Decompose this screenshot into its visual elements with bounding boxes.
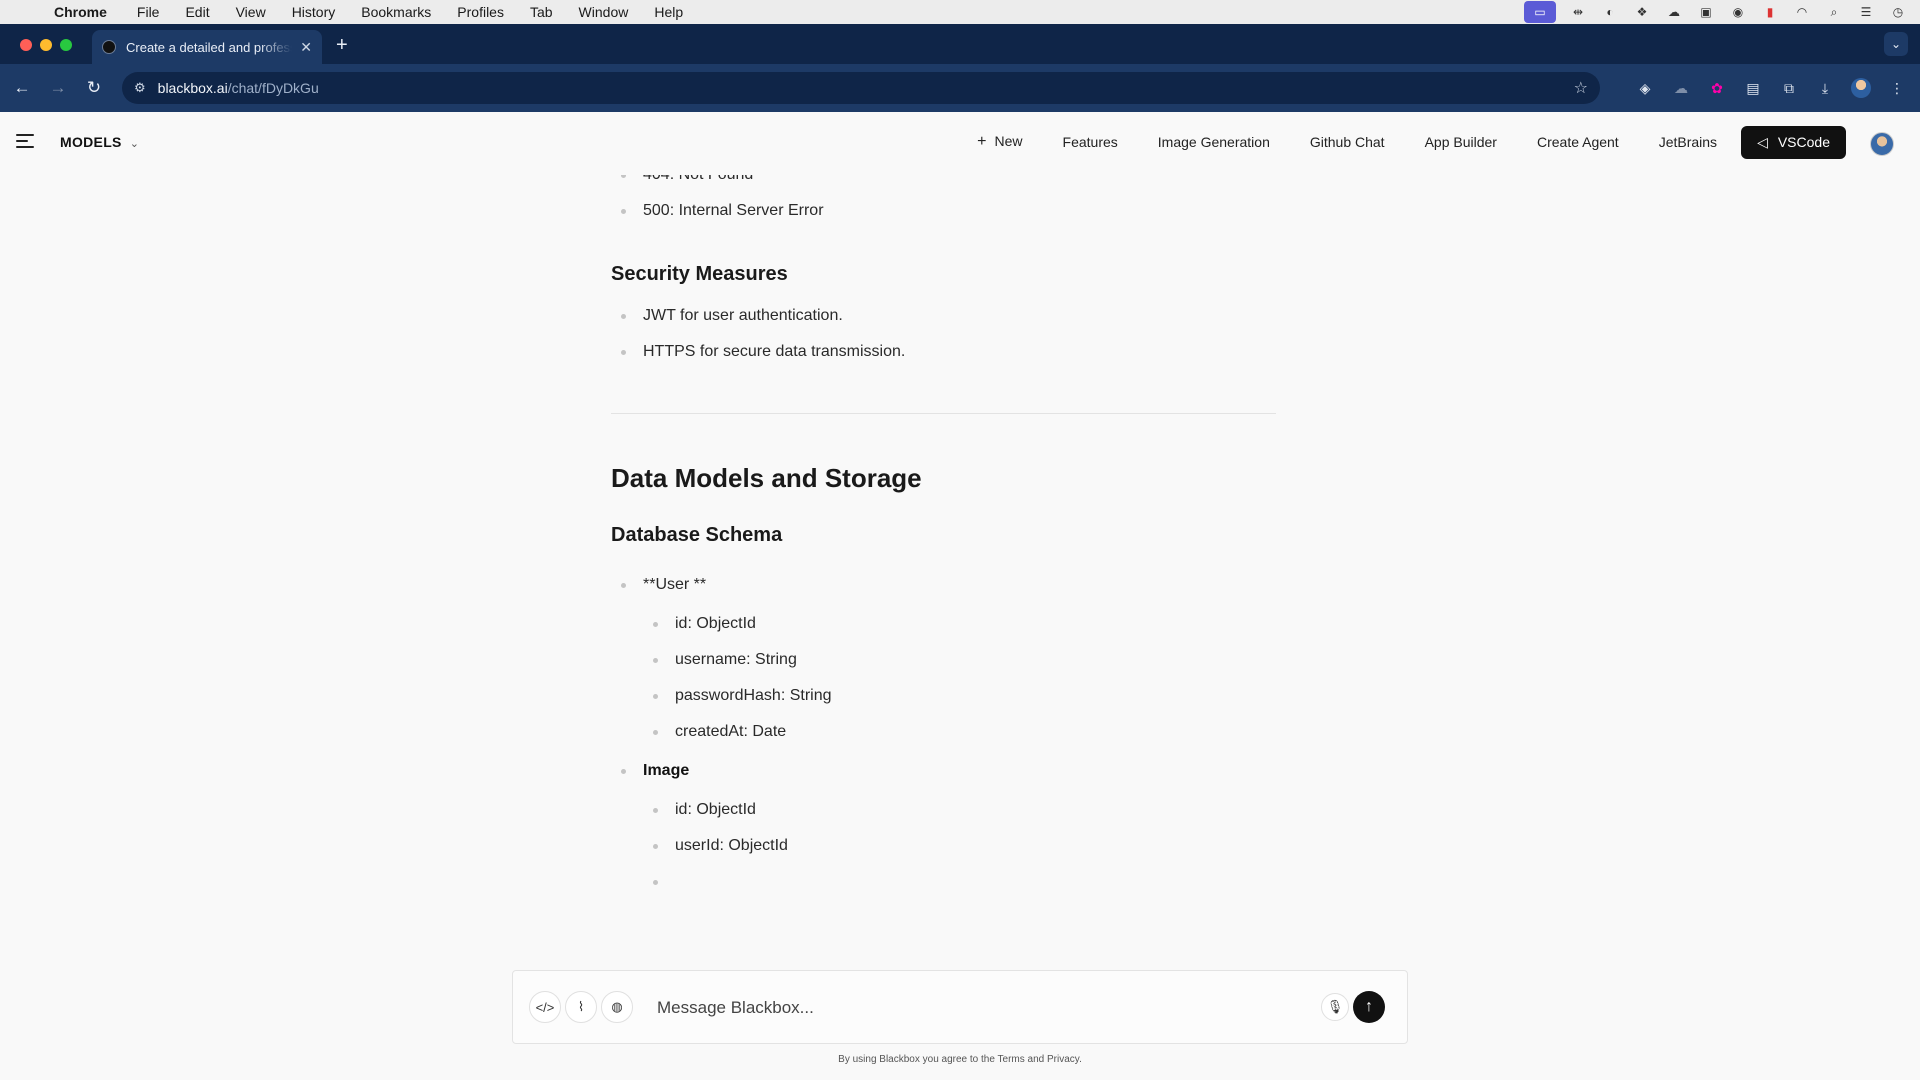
menu-help[interactable]: Help bbox=[654, 4, 697, 20]
clock-icon[interactable]: ◷ bbox=[1888, 4, 1908, 20]
list-item: 500: Internal Server Error bbox=[611, 193, 1276, 229]
chrome-menu-icon[interactable]: ⋮ bbox=[1884, 72, 1910, 104]
extensions-row: ◈ ☁ ✿ ▤ ⧉ ⤓ ⋮ bbox=[1632, 72, 1910, 104]
list-item: id: ObjectId bbox=[611, 606, 1276, 642]
url-path: /chat/fDyDkGu bbox=[227, 80, 319, 96]
create-agent-link[interactable]: Create Agent bbox=[1517, 126, 1639, 158]
schema-heading: Database Schema bbox=[611, 524, 783, 546]
message-composer: </> ⌇ ◍ 🎙 ↑ bbox=[512, 970, 1408, 1044]
battery-app-icon[interactable]: ▮ bbox=[1760, 4, 1780, 20]
list-item: JWT for user authentication. bbox=[611, 298, 1276, 334]
extension-doc-icon[interactable]: ▤ bbox=[1740, 72, 1766, 104]
app-builder-link[interactable]: App Builder bbox=[1405, 126, 1517, 158]
extension-cloud-icon[interactable]: ☁ bbox=[1668, 72, 1694, 104]
audio-icon[interactable]: ⇹ bbox=[1568, 4, 1588, 20]
list-item: userId: ObjectId bbox=[611, 828, 1276, 864]
jetbrains-link[interactable]: JetBrains bbox=[1639, 126, 1737, 158]
profile-avatar-icon[interactable] bbox=[1848, 72, 1874, 104]
url-host: blackbox.ai bbox=[157, 80, 228, 96]
menu-profiles[interactable]: Profiles bbox=[457, 4, 518, 20]
models-dropdown[interactable]: MODELS ⌄ bbox=[60, 134, 139, 150]
models-label: MODELS bbox=[60, 134, 122, 150]
back-icon[interactable]: ← bbox=[6, 72, 38, 104]
list-item: passwordHash: String bbox=[611, 678, 1276, 714]
security-heading: Security Measures bbox=[611, 263, 788, 285]
window-controls bbox=[20, 39, 72, 51]
data-models-heading: Data Models and Storage bbox=[611, 463, 922, 493]
web-search-globe-icon[interactable]: ◍ bbox=[601, 991, 633, 1023]
menu-file[interactable]: File bbox=[137, 4, 174, 20]
vscode-button[interactable]: ◁ VSCode bbox=[1741, 125, 1846, 159]
menu-window[interactable]: Window bbox=[579, 4, 643, 20]
macos-menubar: Chrome File Edit View History Bookmarks … bbox=[0, 0, 1920, 24]
list-item: 404: Not Found bbox=[611, 175, 1276, 193]
menu-view[interactable]: View bbox=[236, 4, 280, 20]
privacy-link[interactable]: Privacy bbox=[1047, 1054, 1079, 1065]
list-item-user: **User ** bbox=[611, 567, 1276, 603]
list-item-empty bbox=[611, 864, 1276, 900]
extension-color-icon[interactable]: ✿ bbox=[1704, 72, 1730, 104]
timer-icon[interactable]: ◉ bbox=[1728, 4, 1748, 20]
zoom-window-button[interactable] bbox=[60, 39, 72, 51]
chat-message-content: 404: Not Found 500: Internal Server Erro… bbox=[611, 175, 1276, 955]
list-item: HTTPS for secure data transmission. bbox=[611, 334, 1276, 370]
forward-icon[interactable]: → bbox=[42, 72, 74, 104]
terms-disclaimer: By using Blackbox you agree to the Terms… bbox=[838, 1054, 1082, 1065]
search-icon[interactable]: ⌕ bbox=[1824, 4, 1844, 20]
reload-icon[interactable]: ↻ bbox=[78, 72, 110, 104]
terms-link[interactable]: Terms bbox=[998, 1054, 1025, 1065]
sidebar-toggle-icon[interactable] bbox=[16, 134, 34, 148]
close-window-button[interactable] bbox=[20, 39, 32, 51]
chevron-down-icon: ⌄ bbox=[129, 138, 140, 150]
microphone-icon[interactable]: 🎙 bbox=[1321, 993, 1349, 1021]
menu-chrome[interactable]: Chrome bbox=[54, 4, 121, 20]
menu-bookmarks[interactable]: Bookmarks bbox=[361, 4, 445, 20]
app-status-icon[interactable]: ◐ bbox=[1600, 4, 1620, 20]
vscode-icon: ◁ bbox=[1757, 133, 1768, 150]
tab-search-chevron-icon[interactable]: ⌄ bbox=[1884, 32, 1908, 56]
tab-close-icon[interactable]: ✕ bbox=[300, 39, 312, 56]
plus-icon: + bbox=[977, 133, 987, 150]
status-icons: ▭ ⇹ ◐ ❖ ☁ ▣ ◉ ▮ ◠ ⌕ ☰ ◷ bbox=[1524, 0, 1908, 24]
menu-edit[interactable]: Edit bbox=[185, 4, 223, 20]
features-link[interactable]: Features bbox=[1043, 126, 1138, 158]
browser-toolbar: ← → ↻ ⚙ blackbox.ai/chat/fDyDkGu ☆ ◈ ☁ ✿… bbox=[0, 64, 1920, 112]
control-center-icon[interactable]: ☰ bbox=[1856, 4, 1876, 20]
new-tab-icon[interactable]: + bbox=[336, 34, 348, 57]
cloud-sync-icon[interactable]: ☁ bbox=[1664, 4, 1684, 20]
extension-shield-icon[interactable]: ◈ bbox=[1632, 72, 1658, 104]
message-input[interactable] bbox=[657, 993, 1307, 1023]
extensions-puzzle-icon[interactable]: ⧉ bbox=[1776, 72, 1802, 104]
image-generation-link[interactable]: Image Generation bbox=[1138, 126, 1290, 158]
send-arrow-icon[interactable]: ↑ bbox=[1353, 991, 1385, 1023]
tab-strip: Create a detailed and professional ✕ + ⌄ bbox=[0, 24, 1920, 64]
attach-paperclip-icon[interactable]: ⌇ bbox=[565, 991, 597, 1023]
tab-title: Create a detailed and professional bbox=[126, 39, 292, 55]
downloads-icon[interactable]: ⤓ bbox=[1812, 72, 1838, 104]
menu-tab[interactable]: Tab bbox=[530, 4, 567, 20]
header-nav: + New Features Image Generation Github Ch… bbox=[957, 125, 1846, 159]
app-header: MODELS ⌄ + New Features Image Generation G… bbox=[0, 112, 1920, 175]
list-item-image: Image bbox=[611, 753, 1276, 789]
list-item: username: String bbox=[611, 642, 1276, 678]
bookmark-star-icon[interactable]: ☆ bbox=[1574, 78, 1588, 98]
minimize-window-button[interactable] bbox=[40, 39, 52, 51]
menu-history[interactable]: History bbox=[292, 4, 350, 20]
list-item: createdAt: Date bbox=[611, 714, 1276, 750]
github-chat-link[interactable]: Github Chat bbox=[1290, 126, 1405, 158]
browser-tab-active[interactable]: Create a detailed and professional ✕ bbox=[92, 30, 322, 64]
section-divider bbox=[611, 413, 1276, 414]
dropbox-icon[interactable]: ❖ bbox=[1632, 4, 1652, 20]
blackbox-favicon-icon bbox=[102, 40, 116, 54]
site-info-icon[interactable]: ⚙ bbox=[134, 80, 146, 96]
address-bar[interactable]: ⚙ blackbox.ai/chat/fDyDkGu ☆ bbox=[122, 72, 1600, 104]
code-icon[interactable]: </> bbox=[529, 991, 561, 1023]
user-avatar[interactable] bbox=[1870, 132, 1894, 156]
wifi-icon[interactable]: ◠ bbox=[1792, 4, 1812, 20]
screen-share-icon[interactable]: ▭ bbox=[1524, 1, 1556, 23]
list-item: id: ObjectId bbox=[611, 792, 1276, 828]
clipboard-icon[interactable]: ▣ bbox=[1696, 4, 1716, 20]
new-chat-link[interactable]: + New bbox=[957, 125, 1042, 159]
